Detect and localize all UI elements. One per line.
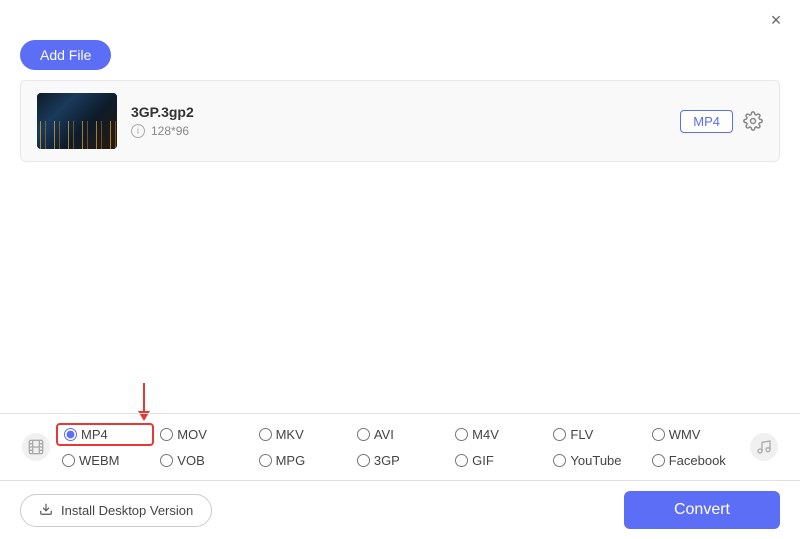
radio-youtube[interactable] xyxy=(553,454,566,467)
download-icon xyxy=(39,502,53,519)
format-label-mpg: MPG xyxy=(276,453,306,468)
radio-flv[interactable] xyxy=(553,428,566,441)
add-file-button[interactable]: Add File xyxy=(20,40,111,70)
format-option-youtube[interactable]: YouTube xyxy=(547,450,645,471)
format-label-wmv: WMV xyxy=(669,427,701,442)
music-icon xyxy=(750,433,778,461)
format-label-mov: MOV xyxy=(177,427,207,442)
format-option-facebook[interactable]: Facebook xyxy=(646,450,744,471)
format-tabs-bar: MP4 MOV MKV AVI M4V FLV xyxy=(0,413,800,480)
audio-tab-icon[interactable] xyxy=(744,414,784,480)
format-option-flv[interactable]: FLV xyxy=(547,423,645,446)
format-option-mpg[interactable]: MPG xyxy=(253,450,351,471)
format-label-facebook: Facebook xyxy=(669,453,726,468)
radio-facebook[interactable] xyxy=(652,454,665,467)
file-list: 3GP.3gp2 i 128*96 MP4 xyxy=(20,80,780,162)
film-icon xyxy=(22,433,50,461)
radio-m4v[interactable] xyxy=(455,428,468,441)
install-label: Install Desktop Version xyxy=(61,503,193,518)
format-label-m4v: M4V xyxy=(472,427,499,442)
format-option-mov[interactable]: MOV xyxy=(154,423,252,446)
file-actions: MP4 xyxy=(680,110,763,133)
settings-icon-button[interactable] xyxy=(743,111,763,131)
radio-webm[interactable] xyxy=(62,454,75,467)
bottom-bar: Install Desktop Version Convert xyxy=(0,480,800,539)
format-option-wmv[interactable]: WMV xyxy=(646,423,744,446)
format-label-webm: WEBM xyxy=(79,453,119,468)
format-option-avi[interactable]: AVI xyxy=(351,423,449,446)
radio-avi[interactable] xyxy=(357,428,370,441)
format-label-avi: AVI xyxy=(374,427,394,442)
format-option-webm[interactable]: WEBM xyxy=(56,450,154,471)
format-label-3gp: 3GP xyxy=(374,453,400,468)
title-bar: × xyxy=(0,0,800,36)
radio-vob[interactable] xyxy=(160,454,173,467)
format-grid: MP4 MOV MKV AVI M4V FLV xyxy=(56,415,744,479)
install-button[interactable]: Install Desktop Version xyxy=(20,494,212,527)
file-info: 3GP.3gp2 i 128*96 xyxy=(131,104,666,138)
video-tab-icon[interactable] xyxy=(16,414,56,480)
radio-mov[interactable] xyxy=(160,428,173,441)
info-icon: i xyxy=(131,124,145,138)
arrow-shaft xyxy=(143,383,145,411)
format-label-mp4: MP4 xyxy=(81,427,108,442)
format-option-mkv[interactable]: MKV xyxy=(253,423,351,446)
format-option-vob[interactable]: VOB xyxy=(154,450,252,471)
format-label-gif: GIF xyxy=(472,453,494,468)
radio-mp4[interactable] xyxy=(64,428,77,441)
format-section: MP4 MOV MKV AVI M4V FLV xyxy=(0,413,800,539)
file-dimensions: 128*96 xyxy=(151,124,189,138)
close-button[interactable]: × xyxy=(764,8,788,32)
format-label-mkv: MKV xyxy=(276,427,304,442)
format-label-youtube: YouTube xyxy=(570,453,621,468)
format-option-m4v[interactable]: M4V xyxy=(449,423,547,446)
gear-icon xyxy=(743,111,763,131)
format-option-3gp[interactable]: 3GP xyxy=(351,450,449,471)
file-thumbnail xyxy=(37,93,117,149)
format-option-gif[interactable]: GIF xyxy=(449,450,547,471)
file-meta: i 128*96 xyxy=(131,124,666,138)
radio-mpg[interactable] xyxy=(259,454,272,467)
file-name: 3GP.3gp2 xyxy=(131,104,666,120)
radio-mkv[interactable] xyxy=(259,428,272,441)
toolbar: Add File xyxy=(0,36,800,80)
format-label-flv: FLV xyxy=(570,427,593,442)
format-option-mp4[interactable]: MP4 xyxy=(56,423,154,446)
format-label-vob: VOB xyxy=(177,453,204,468)
format-badge-button[interactable]: MP4 xyxy=(680,110,733,133)
radio-gif[interactable] xyxy=(455,454,468,467)
radio-3gp[interactable] xyxy=(357,454,370,467)
file-item: 3GP.3gp2 i 128*96 MP4 xyxy=(21,81,779,161)
convert-button[interactable]: Convert xyxy=(624,491,780,529)
radio-wmv[interactable] xyxy=(652,428,665,441)
